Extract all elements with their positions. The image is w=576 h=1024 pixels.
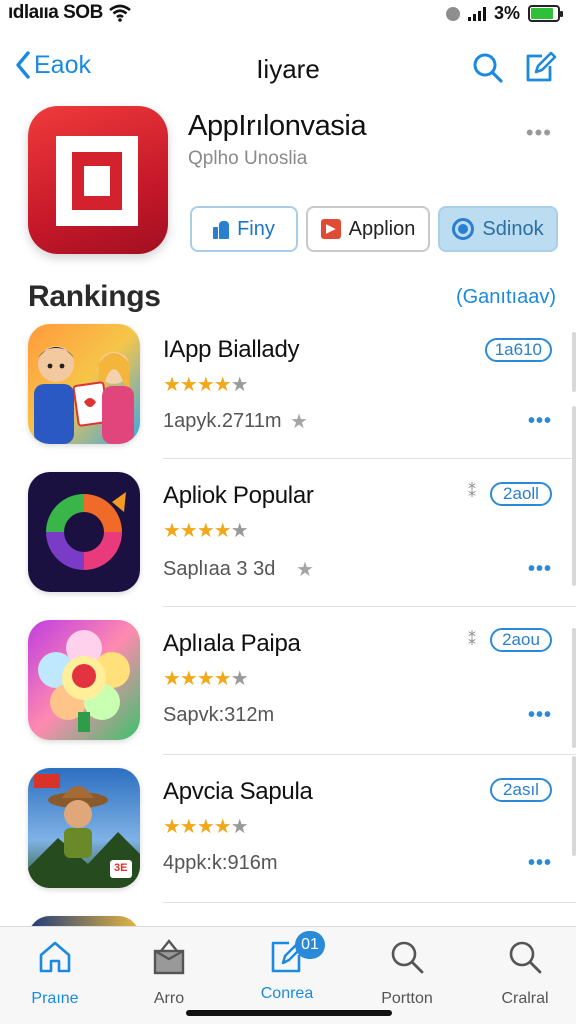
app-subtitle: Qplho Unoslia — [188, 148, 308, 169]
divider — [163, 606, 576, 607]
star-icon[interactable]: ★ — [296, 557, 314, 582]
app-header: AppIrılonvasia Qplho Unoslia ••• Finy Ap… — [0, 104, 576, 264]
battery-icon — [528, 5, 563, 22]
star-icon[interactable]: ★ — [290, 409, 308, 434]
rank-badge[interactable]: 2aoll — [490, 482, 552, 506]
rank-badge[interactable]: 1a610 — [484, 338, 552, 362]
sdinok-label: Sdinok — [482, 217, 544, 240]
more-dots-button[interactable]: ••• — [528, 558, 552, 581]
home-indicator[interactable] — [186, 1010, 392, 1016]
compose-icon[interactable] — [522, 50, 558, 86]
search-icon[interactable] — [470, 50, 506, 86]
battery-percent: 3% — [493, 3, 520, 23]
app-title: Apliok Popular — [163, 482, 314, 509]
app-title: Apvcia Sapula — [163, 778, 313, 805]
thumbs-up-icon — [213, 219, 230, 239]
app-meta: 4ppk:k:916m — [163, 852, 278, 874]
list-item[interactable]: Aplıala Paipa ★★★★★ Sapvk:312m ⁑ 2aou ••… — [0, 608, 576, 756]
app-icon — [28, 106, 168, 254]
swirl-logo-icon — [28, 472, 140, 592]
app-meta: 1apyk.2711m — [163, 410, 282, 432]
wifi-icon — [109, 4, 131, 22]
tab-bar: Praıne Arro 01 Conrea Portton Cralral — [0, 926, 576, 1024]
star-rating: ★★★★★ — [163, 374, 249, 396]
tab-label: Conrea — [260, 985, 314, 1002]
flower-character-icon — [28, 620, 140, 740]
location-icon — [445, 6, 460, 21]
target-icon — [452, 218, 475, 240]
star-rating: ★★★★★ — [163, 668, 249, 690]
gift-icon — [153, 939, 185, 975]
more-options-button[interactable]: ••• — [526, 120, 552, 146]
status-bar: ıdlaııa SOB 3% — [0, 0, 576, 28]
more-dots-button[interactable]: ••• — [528, 852, 552, 875]
list-item[interactable]: IApp Biallady ★★★★★ 1apyk.2711m ★ 1a610 … — [0, 312, 576, 460]
app-name: AppIrılonvasia — [188, 110, 367, 142]
list-item[interactable]: 3E Apvcia Sapula ★★★★★ 4ppk:k:916m 2asıl… — [0, 756, 576, 904]
rankings-see-all-link[interactable]: (Ganıtıaav) — [456, 286, 556, 309]
app-title: Aplıala Paipa — [163, 630, 301, 657]
nav-bar: Eaok Iiyare — [0, 40, 576, 96]
tab-label: Cralral — [501, 990, 549, 1007]
search-icon — [509, 941, 542, 974]
star-rating: ★★★★★ — [163, 520, 249, 542]
carrier-name: ıdlaııa SOB — [8, 2, 103, 23]
status-left: ıdlaııa SOB — [8, 2, 131, 24]
app-icon-frame — [56, 136, 138, 226]
tab-cralral[interactable]: Cralral — [470, 937, 576, 1008]
signal-icon — [467, 6, 486, 21]
star-rating: ★★★★★ — [163, 816, 249, 838]
app-title: IApp Biallady — [163, 336, 300, 363]
sdinok-button[interactable]: Sdinok — [438, 206, 558, 252]
divider — [163, 902, 576, 903]
icon-sign: 3E — [114, 862, 128, 874]
notification-badge: 01 — [295, 931, 325, 959]
tab-label: Portton — [381, 990, 433, 1007]
divider — [163, 458, 576, 459]
app-icon-4: 3E — [28, 768, 140, 888]
divider — [163, 754, 576, 755]
scroll-hint — [572, 332, 576, 392]
tab-portton[interactable]: Portton — [352, 937, 462, 1008]
scroll-hint — [572, 756, 576, 856]
battery-level — [531, 8, 554, 19]
applion-label: Applion — [348, 217, 416, 240]
share-icon[interactable]: ⁑ — [468, 630, 476, 650]
tab-arro[interactable]: Arro — [114, 937, 224, 1008]
play-icon — [320, 219, 341, 239]
cartoon-kids-icon — [28, 324, 140, 444]
app-icon-2 — [28, 472, 140, 592]
rank-badge[interactable]: 2asıl — [490, 778, 552, 802]
share-icon[interactable]: ⁑ — [468, 482, 476, 502]
more-dots-button[interactable]: ••• — [528, 410, 552, 433]
app-meta: Saplıaa 3 3d — [163, 558, 276, 580]
app-icon-3 — [28, 620, 140, 740]
search-icon — [391, 941, 424, 974]
finy-label: Finy — [237, 217, 275, 240]
edit-icon-wrap: 01 — [267, 931, 325, 977]
applion-button[interactable]: Applion — [306, 206, 430, 252]
scroll-hint — [572, 406, 576, 586]
status-right: 3% — [445, 3, 563, 24]
tab-label: Arro — [153, 990, 185, 1007]
tab-home[interactable]: Praıne — [0, 937, 110, 1008]
action-buttons: Finy Applion Sdinok — [190, 206, 558, 252]
rankings-title: Rankings — [28, 280, 161, 313]
tab-label: Praıne — [31, 990, 79, 1007]
app-meta: Sapvk:312m — [163, 704, 275, 726]
rank-badge[interactable]: 2aou — [490, 628, 552, 652]
home-icon — [39, 941, 71, 973]
more-dots-button[interactable]: ••• — [528, 704, 552, 727]
finy-button[interactable]: Finy — [190, 206, 298, 252]
scroll-hint — [572, 628, 576, 748]
list-item[interactable]: Apliok Popular ★★★★★ Saplıaa 3 3d ★ ⁑ 2a… — [0, 406, 576, 608]
tab-conrea[interactable]: 01 Conrea — [232, 931, 342, 1003]
app-icon-1 — [28, 324, 140, 444]
